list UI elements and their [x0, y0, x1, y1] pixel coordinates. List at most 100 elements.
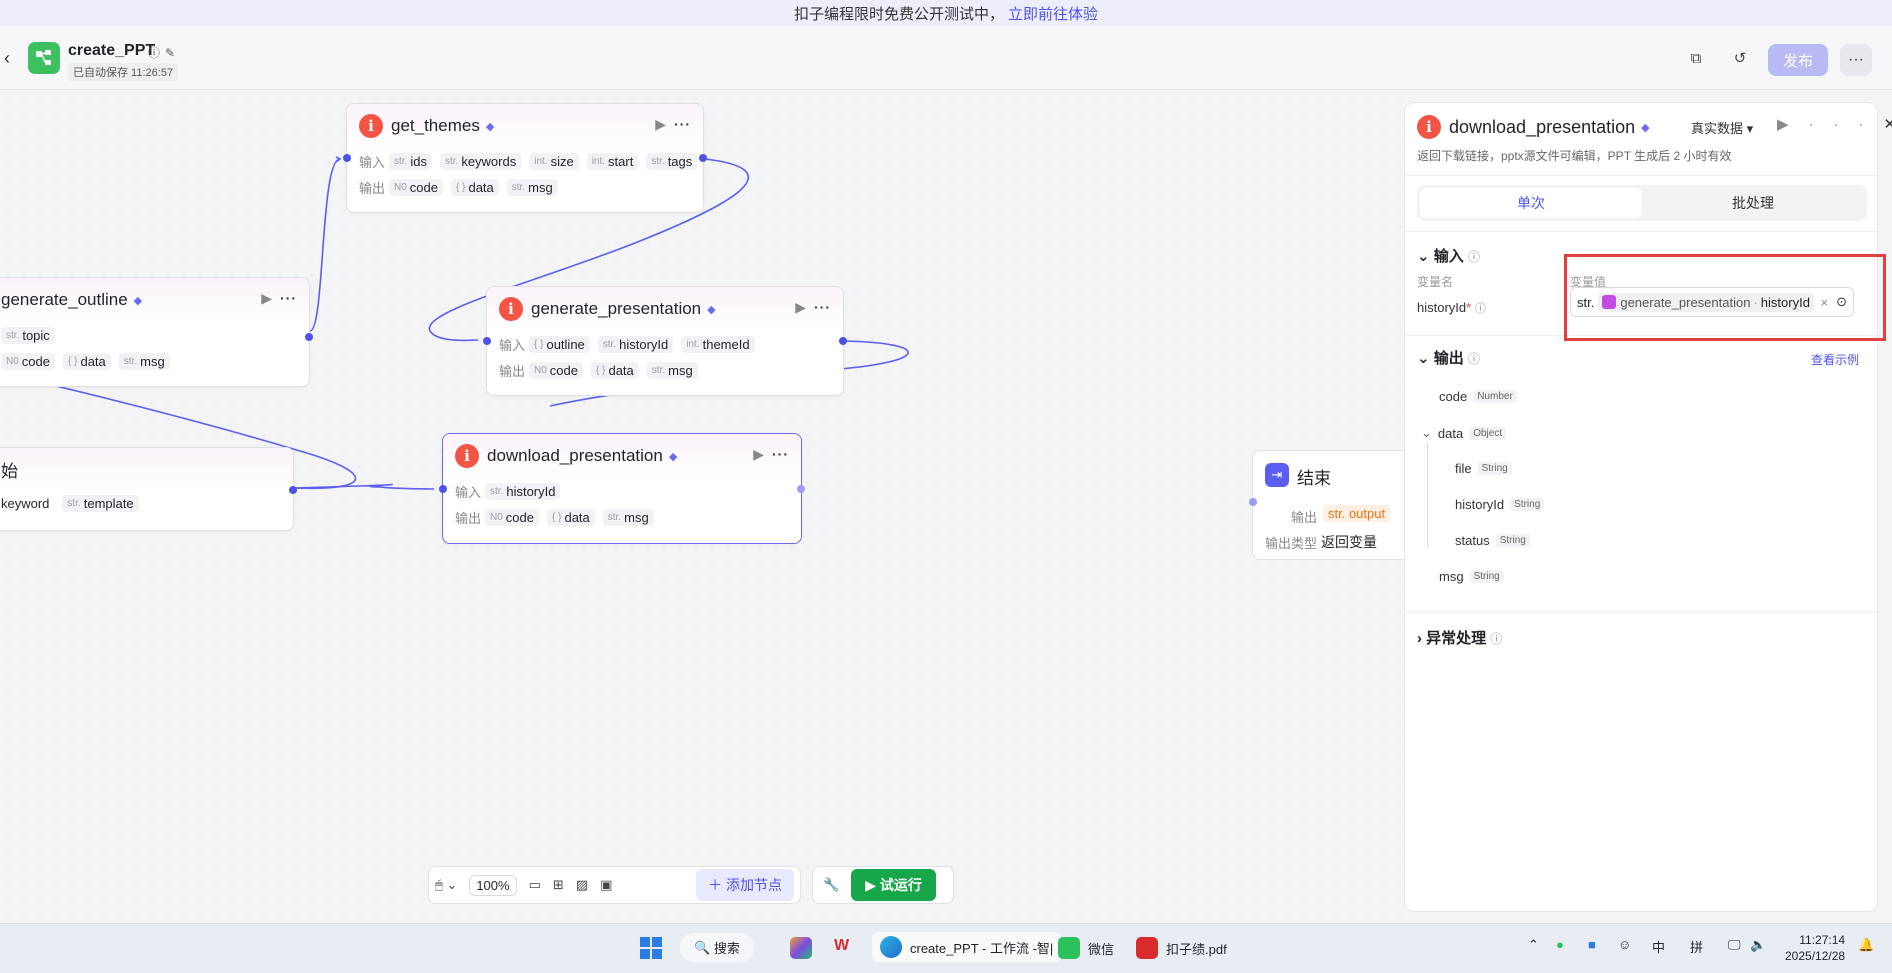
- node-more-icon[interactable]: ···: [772, 446, 789, 462]
- node-inputs: keyword str. template: [0, 490, 293, 516]
- param-tag: { } data: [547, 508, 595, 526]
- volume-icon[interactable]: 🔈: [1750, 937, 1766, 953]
- input-section-header[interactable]: ⌄ 输入 ⓘ: [1417, 245, 1480, 266]
- tab-batch[interactable]: 批处理: [1642, 188, 1864, 218]
- panel-header: i download_presentation ◆: [1417, 115, 1650, 139]
- end-icon: ⇥: [1265, 463, 1289, 487]
- system-clock[interactable]: 11:27:14 2025/12/28: [1785, 932, 1845, 964]
- node-detail-panel: i download_presentation ◆ 真实数据 ▾ ▶···✕ 返…: [1404, 102, 1892, 912]
- network-icon[interactable]: 🖵: [1728, 937, 1741, 953]
- output-field[interactable]: ⌄ data Object: [1421, 425, 1507, 441]
- comment-icon[interactable]: ▭: [529, 877, 541, 893]
- node-generate-presentation[interactable]: i generate_presentation ◆ ▶··· 输入 { } out…: [483, 286, 847, 396]
- search-button[interactable]: 🔍 搜索: [680, 933, 754, 962]
- error-section-header[interactable]: › 异常处理 ⓘ: [1417, 627, 1502, 648]
- param-tag: { } outline: [529, 335, 590, 353]
- divider: [1405, 175, 1879, 176]
- close-icon[interactable]: ✕: [1884, 116, 1892, 133]
- data-mode-select[interactable]: 真实数据 ▾: [1691, 118, 1753, 137]
- param-tag: int. start: [586, 152, 639, 170]
- windows-taskbar: 🔍 搜索 W create_PPT - 工作流 -智| 微信 扣子绩.pdf ⌃…: [0, 923, 1892, 973]
- node-actions[interactable]: ▶···: [261, 290, 297, 307]
- node-actions[interactable]: ▶···: [655, 116, 691, 133]
- add-node-button[interactable]: ＋ 添加节点: [696, 869, 794, 901]
- workflow-canvas[interactable]: i get_themes ◆ ▶··· 输入 str. ids str. keywo…: [0, 91, 1404, 923]
- view-example-link[interactable]: 查看示例: [1811, 351, 1859, 368]
- panel-more-icon[interactable]: ···: [1809, 116, 1884, 133]
- output-port[interactable]: [305, 333, 313, 341]
- node-actions[interactable]: ▶···: [795, 299, 831, 316]
- param-tag: str. tags: [646, 152, 698, 170]
- node-generate-outline[interactable]: generate_outline ◆ ▶··· str. topic N0 code…: [0, 277, 313, 387]
- run-node-icon[interactable]: ▶: [655, 116, 674, 132]
- verified-badge-icon: ◆: [707, 303, 716, 316]
- notification-bell-icon[interactable]: 🔔: [1858, 937, 1874, 953]
- node-get-themes[interactable]: i get_themes ◆ ▶··· 输入 str. ids str. keywo…: [343, 103, 707, 213]
- input-port[interactable]: [343, 154, 351, 162]
- copilot-icon[interactable]: [790, 937, 820, 959]
- taskbar-wechat[interactable]: 微信: [1058, 937, 1114, 959]
- run-node-icon[interactable]: ▶: [261, 290, 280, 306]
- node-actions[interactable]: ▶···: [753, 446, 789, 463]
- node-download-presentation[interactable]: i download_presentation ◆ ▶··· 输入 str. hi…: [439, 433, 805, 544]
- run-bar: 🔧 ▶ 试运行: [812, 866, 954, 904]
- pdf-icon: [1136, 937, 1158, 959]
- title-actions[interactable]: ⓘ✎: [148, 44, 180, 61]
- banner-link[interactable]: 立即前往体验: [1008, 3, 1098, 24]
- outputs-label: 输出: [1291, 510, 1318, 525]
- node-end[interactable]: ⇥ 结束 输出 str. output 输出类型 返回变量: [1249, 450, 1404, 560]
- wps-icon[interactable]: W: [834, 937, 849, 955]
- more-icon[interactable]: ···: [1840, 44, 1872, 76]
- taskbar-pdf[interactable]: 扣子绩.pdf: [1136, 937, 1227, 959]
- output-port[interactable]: [839, 337, 847, 345]
- clock-time: 11:27:14: [1799, 933, 1846, 947]
- copy-icon[interactable]: ⧉: [1682, 44, 1710, 72]
- output-port[interactable]: [797, 485, 805, 493]
- test-run-button[interactable]: ▶ 试运行: [851, 869, 936, 901]
- output-section-header[interactable]: ⌄ 输出 ⓘ: [1417, 347, 1480, 368]
- run-node-icon[interactable]: ▶: [795, 299, 814, 315]
- run-node-icon[interactable]: ▶: [753, 446, 772, 462]
- output-port[interactable]: [699, 154, 707, 162]
- history-icon[interactable]: ↺: [1726, 44, 1754, 72]
- input-port[interactable]: [483, 337, 491, 345]
- node-more-icon[interactable]: ···: [814, 299, 831, 315]
- publish-button[interactable]: 发布: [1768, 44, 1828, 76]
- tray-expand-icon[interactable]: ⌃: [1528, 937, 1539, 953]
- output-field: code Number: [1439, 389, 1517, 404]
- tray-app-icon[interactable]: ■: [1588, 937, 1596, 952]
- start-button[interactable]: [640, 937, 662, 959]
- ime-mode[interactable]: 中: [1652, 937, 1665, 956]
- info-icon[interactable]: ⓘ: [148, 46, 165, 60]
- node-more-icon[interactable]: ···: [674, 116, 691, 132]
- verified-badge-icon: ◆: [133, 294, 143, 307]
- search-icon: 🔍: [694, 939, 711, 955]
- tab-single[interactable]: 单次: [1420, 188, 1642, 218]
- param-tag: str. msg: [602, 508, 654, 526]
- param-tag: { } data: [591, 361, 639, 379]
- output-port[interactable]: [289, 486, 297, 494]
- tray-wechat-icon[interactable]: ●: [1556, 937, 1564, 952]
- taskbar-browser[interactable]: create_PPT - 工作流 -智|: [872, 932, 1062, 962]
- ime-pinyin[interactable]: 拼: [1690, 937, 1703, 956]
- edit-icon[interactable]: ✎: [165, 46, 180, 60]
- node-more-icon[interactable]: ···: [280, 290, 297, 306]
- layout-icon[interactable]: ⊞: [553, 877, 564, 893]
- pointer-mode-icon[interactable]: 🖱 ⌄: [435, 877, 457, 893]
- chevron-down-icon[interactable]: ⌄: [1421, 425, 1432, 441]
- back-icon[interactable]: ‹: [4, 48, 10, 69]
- node-start[interactable]: 始 keyword str. template: [0, 447, 297, 531]
- tray-user-icon[interactable]: ☺: [1618, 937, 1631, 952]
- wrench-icon[interactable]: 🔧: [823, 877, 839, 893]
- inputs-label: 输入: [499, 337, 526, 353]
- image-icon[interactable]: ▨: [576, 877, 588, 893]
- input-port[interactable]: [439, 485, 447, 493]
- run-icon[interactable]: ▶: [1777, 116, 1809, 133]
- minimap-icon[interactable]: ▣: [600, 877, 612, 893]
- node-title: get_themes: [391, 116, 480, 135]
- var-name-text: historyId: [1417, 300, 1467, 315]
- banner-text: 扣子编程限时免费公开测试中，: [793, 5, 1004, 23]
- input-port[interactable]: [1249, 498, 1257, 506]
- param-tag: str. keywords: [439, 152, 522, 170]
- zoom-select[interactable]: 100%: [469, 874, 517, 896]
